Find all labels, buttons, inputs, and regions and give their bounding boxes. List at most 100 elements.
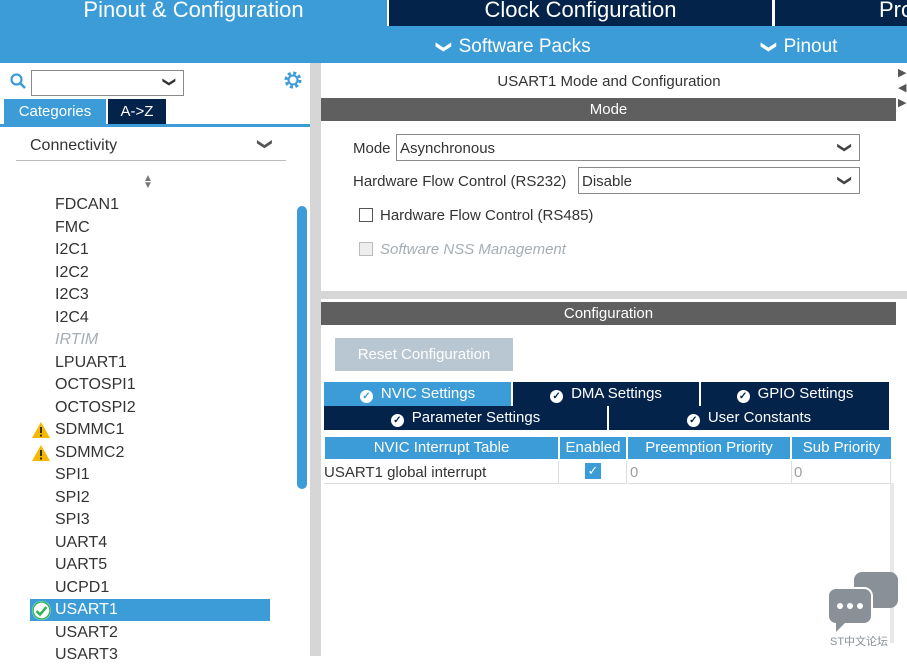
hwfc-rs232-select[interactable]: Disable ❯ [578,167,860,194]
tab-pinout-configuration[interactable]: Pinout & Configuration [0,0,387,26]
column-header-preemption[interactable]: Preemption Priority [628,437,790,459]
list-item[interactable]: USART1 [30,599,270,621]
tab-label: GPIO Settings [757,385,854,402]
tab-categories[interactable]: Categories [4,99,106,124]
list-item[interactable]: SPI2 [30,487,270,509]
tab-label: User Constants [707,409,812,426]
collapse-arrows-icon[interactable]: ▶ ◀ ▶ [898,66,907,111]
mode-select-value: Asynchronous [400,140,496,157]
list-item[interactable]: SPI1 [30,464,270,486]
tab-label: NVIC Settings [380,385,476,402]
list-item[interactable]: I2C1 [30,239,270,261]
configuration-header: Configuration [321,302,896,325]
tab-parameter-settings[interactable]: ✓ Parameter Settings [324,406,607,430]
tab-clock-configuration[interactable]: Clock Configuration [389,0,772,26]
column-header-enabled[interactable]: Enabled [560,437,626,459]
list-item[interactable]: FDCAN1 [30,194,270,216]
list-item-label: SDMMC2 [55,443,125,461]
check-circle-icon: ✓ [686,414,700,427]
tab-dma-settings[interactable]: ✓ DMA Settings [513,382,699,406]
search-combobox[interactable]: ❯ [31,70,184,96]
check-circle-icon: ✓ [550,390,564,403]
tab-user-constants[interactable]: ✓ User Constants [609,406,889,430]
list-item[interactable]: SPI3 [30,509,270,531]
list-item-label: UART5 [55,556,108,573]
table-cell-interrupt-name: USART1 global interrupt [324,461,559,484]
secondary-toolbar: ❯ Software Packs ❯ Pinout [0,26,907,63]
mode-configuration-panel: USART1 Mode and Configuration Mode Mode … [321,63,907,656]
chevron-down-icon: ❯ [837,174,854,187]
mode-select[interactable]: Asynchronous ❯ [396,134,860,161]
list-item-label: SPI3 [55,511,90,528]
list-item: IRTIM [30,329,270,351]
hwfc-rs232-value: Disable [582,173,633,190]
list-item-label: SPI2 [55,488,90,506]
panel-divider[interactable] [310,63,321,656]
tab-label: Parameter Settings [411,409,541,426]
hwfc-rs485-checkbox[interactable] [359,208,373,222]
watermark-text: ST中文论坛 [830,636,889,648]
list-item-label: LPUART1 [55,353,127,371]
mode-label: Mode [353,140,391,157]
list-item-label: SDMMC1 [55,421,125,438]
software-nss-label: Software NSS Management [380,241,566,258]
list-item[interactable]: UCPD1 [30,577,270,599]
page-title: USART1 Mode and Configuration [497,73,721,90]
list-item[interactable]: OCTOSPI2 [30,397,270,419]
list-item[interactable]: LPUART1 [30,352,270,374]
check-circle-icon [32,601,51,620]
chevron-down-icon: ❯ [256,137,274,151]
pinout-menu[interactable]: ❯ Pinout [760,36,838,58]
tab-a-to-z[interactable]: A->Z [108,99,166,124]
sort-icon[interactable]: ▲ ▼ [143,174,153,191]
list-item[interactable]: USART2 [30,622,270,644]
tab-nvic-settings[interactable]: ✓ NVIC Settings [324,382,511,406]
table-cell-sub-priority[interactable]: 0 [792,461,891,484]
list-item[interactable]: UART4 [30,532,270,554]
scrollbar[interactable] [297,206,307,489]
list-item[interactable]: SDMMC2 [30,442,270,464]
tab-gpio-settings[interactable]: ✓ GPIO Settings [701,382,889,406]
software-packs-menu[interactable]: ❯ Software Packs [435,36,591,58]
tab-label: DMA Settings [571,385,662,402]
list-item[interactable]: FMC [30,217,270,239]
list-item[interactable]: I2C4 [30,307,270,329]
list-item-label: USART1 [55,601,118,618]
category-tabs: Categories A->Z [0,99,310,127]
pinout-menu-label: Pinout [783,36,838,57]
enabled-checkbox[interactable]: ✓ [585,463,601,479]
list-item[interactable]: I2C3 [30,284,270,306]
list-item-label: OCTOSPI2 [55,398,136,416]
list-item[interactable]: OCTOSPI1 [30,374,270,396]
list-item[interactable]: I2C2 [30,262,270,284]
gear-icon[interactable] [282,69,304,91]
hwfc-rs485-label: Hardware Flow Control (RS485) [380,207,594,224]
list-item[interactable]: USART3 [30,644,270,666]
list-item-label: IRTIM [55,331,99,348]
chevron-down-icon: ❯ [837,141,854,154]
categories-panel: ❯ Categories A->Z Connectivity ❯ ▲ ▼ FDCA… [0,63,310,663]
category-connectivity[interactable]: Connectivity ❯ [16,131,286,161]
chevron-down-icon: ❯ [162,76,178,88]
list-item-label: I2C4 [55,308,89,326]
software-nss-checkbox [359,242,373,256]
reset-configuration-button: Reset Configuration [335,338,513,371]
category-label: Connectivity [30,137,118,154]
tab-project-manager[interactable]: Pro [775,0,907,26]
column-header-sub-priority[interactable]: Sub Priority [792,437,891,459]
table-cell-preemption[interactable]: 0 [628,461,792,484]
column-header-nvic[interactable]: NVIC Interrupt Table [325,437,558,459]
list-item-label: FDCAN1 [55,196,120,213]
search-icon[interactable] [10,73,26,89]
list-item-label: I2C1 [55,241,89,258]
hwfc-rs232-label: Hardware Flow Control (RS232) [353,173,567,190]
mode-header: Mode [321,98,896,121]
list-item-label: USART3 [55,646,118,663]
chevron-down-icon: ❯ [760,40,778,54]
list-item[interactable]: UART5 [30,554,270,576]
software-packs-label: Software Packs [458,36,591,57]
list-item-label: FMC [55,218,90,236]
check-circle-icon: ✓ [359,390,373,403]
list-item[interactable]: SDMMC1 [30,419,270,441]
list-item-label: UCPD1 [55,578,110,596]
